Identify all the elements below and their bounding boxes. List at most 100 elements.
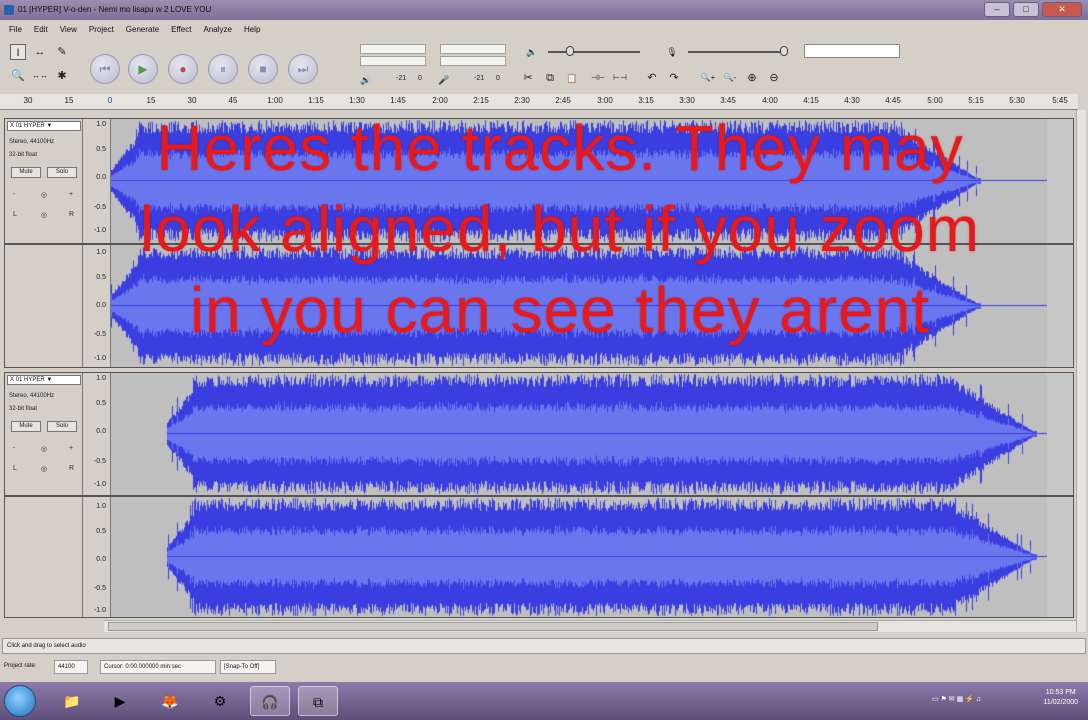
waveform-channel-left[interactable] — [111, 373, 1047, 495]
ruler-tick: 2:15 — [473, 96, 489, 105]
menu-file[interactable]: File — [4, 22, 27, 38]
explorer-icon[interactable]: 📁 — [52, 686, 92, 716]
system-clock[interactable]: 10:53 PM 11/02/2000 — [1043, 688, 1078, 708]
ruler-tick: 2:00 — [432, 96, 448, 105]
timeshift-tool-icon[interactable]: ↔↔ — [32, 68, 48, 84]
firefox-icon[interactable]: 🦊 — [150, 686, 190, 716]
zoom-tool-icon[interactable]: 🔍 — [10, 68, 26, 84]
play-button[interactable]: ▶ — [128, 54, 158, 84]
track-name-menu[interactable]: X 01 HYPER ▼ — [7, 121, 81, 131]
waveform — [111, 119, 1047, 243]
copy-icon[interactable]: ⧉ — [542, 70, 558, 86]
timeline-ruler[interactable]: 30 15 0 15 30 45 1:00 1:15 1:30 1:45 2:0… — [0, 94, 1078, 110]
menu-edit[interactable]: Edit — [29, 22, 53, 38]
scale-label: 0.5 — [96, 400, 106, 407]
speaker-icon[interactable]: 🔊 — [358, 72, 374, 88]
input-meter-left — [440, 44, 506, 54]
window-icon[interactable]: ⧉ — [298, 686, 338, 716]
scale-label: -0.5 — [93, 458, 106, 465]
record-button[interactable]: ● — [168, 54, 198, 84]
ruler-tick: 4:45 — [885, 96, 901, 105]
horizontal-scroll-thumb[interactable] — [108, 622, 878, 631]
skip-end-button[interactable]: ⏭ — [288, 54, 318, 84]
ruler-tick: 2:30 — [514, 96, 530, 105]
menu-view[interactable]: View — [55, 22, 82, 38]
selection-tool-icon[interactable]: I — [10, 44, 26, 60]
minimize-button[interactable]: – — [984, 2, 1010, 17]
start-button[interactable] — [4, 685, 36, 717]
menu-analyze[interactable]: Analyze — [198, 22, 236, 38]
waveform-channel-left[interactable] — [111, 119, 1047, 243]
menu-project[interactable]: Project — [84, 22, 119, 38]
draw-tool-icon[interactable]: ✎ — [54, 44, 70, 60]
output-volume-slider[interactable] — [566, 46, 574, 56]
output-meter-scale-max: 0 — [418, 75, 422, 82]
solo-button[interactable]: Solo — [47, 421, 77, 432]
waveform-channel-right[interactable] — [111, 497, 1047, 617]
zoom-out-icon[interactable]: 🔍- — [722, 70, 738, 86]
ruler-tick: 15 — [64, 96, 74, 105]
status-hint: Click and drag to select audio — [2, 638, 1086, 654]
title-bar: 01 [HYPER] V-o-den - Nemi mo lisapu w 2 … — [0, 0, 1088, 20]
pan-left-label: L — [13, 465, 17, 472]
selection-bar: Project rate: 44100 Cursor: 0:00.000000 … — [0, 658, 1088, 678]
undo-icon[interactable]: ↶ — [644, 70, 660, 86]
horizontal-scrollbar[interactable] — [104, 620, 1076, 632]
ruler-tick: 1:30 — [349, 96, 365, 105]
cursor-position: Cursor: 0:00.000000 min:sec — [100, 660, 216, 674]
ruler-tick: 3:45 — [720, 96, 736, 105]
menu-generate[interactable]: Generate — [121, 22, 164, 38]
track-format: Stereo, 44100Hz — [9, 139, 55, 145]
microphone-icon[interactable]: 🎤 — [436, 72, 452, 88]
audacity-icon[interactable]: 🎧 — [250, 686, 290, 716]
ruler-tick: 3:00 — [597, 96, 613, 105]
cut-icon[interactable]: ✂ — [520, 70, 536, 86]
ruler-tick: 5:15 — [968, 96, 984, 105]
zoom-in-icon[interactable]: 🔍+ — [700, 70, 716, 86]
scale-label: -1.0 — [93, 355, 106, 362]
stop-button[interactable]: ■ — [248, 54, 278, 84]
track-name-menu[interactable]: X 01 HYPER ▼ — [7, 375, 81, 385]
waveform — [111, 245, 1047, 367]
envelope-tool-icon[interactable]: ↔ — [32, 44, 48, 60]
menu-help[interactable]: Help — [239, 22, 265, 38]
waveform-channel-right[interactable] — [111, 245, 1047, 367]
menu-effect[interactable]: Effect — [166, 22, 196, 38]
mute-button[interactable]: Mute — [11, 167, 41, 178]
maximize-button[interactable]: □ — [1013, 2, 1039, 17]
snap-to-toggle[interactable]: [Snap-To Off] — [220, 660, 276, 674]
pan-slider[interactable]: ◎ — [41, 211, 47, 219]
input-volume-track — [688, 51, 788, 53]
skip-start-button[interactable]: ⏮ — [90, 54, 120, 84]
trim-icon[interactable]: ⊣⊢ — [590, 70, 606, 86]
vertical-scrollbar[interactable] — [1076, 110, 1086, 632]
pan-slider[interactable]: ◎ — [41, 465, 47, 473]
input-source-select[interactable] — [804, 44, 900, 58]
tool-icon[interactable]: ⚙ — [200, 686, 240, 716]
fit-project-icon[interactable]: ⊖ — [766, 70, 782, 86]
audio-track-2[interactable]: X 01 HYPER ▼ Stereo, 44100Hz 32-bit floa… — [4, 372, 1074, 618]
ruler-tick: 5:30 — [1009, 96, 1025, 105]
gain-slider[interactable]: ◎ — [41, 191, 47, 199]
gain-slider[interactable]: ◎ — [41, 445, 47, 453]
toolbar: I ↔ ✎ 🔍 ↔↔ ✱ ⏮ ▶ ● ⏸ ■ ⏭ 🔊 -21 0 🎤 -21 0… — [0, 38, 1088, 94]
scale-label: -0.5 — [93, 331, 106, 338]
pause-button[interactable]: ⏸ — [208, 54, 238, 84]
tray-icons[interactable]: ▭ ⚑ ✉ ▦ ⚡ ♫ — [932, 695, 981, 703]
paste-icon[interactable]: 📋 — [564, 70, 580, 86]
fit-selection-icon[interactable]: ⊕ — [744, 70, 760, 86]
solo-button[interactable]: Solo — [47, 167, 77, 178]
menu-bar: File Edit View Project Generate Effect A… — [0, 22, 1088, 38]
mute-button[interactable]: Mute — [11, 421, 41, 432]
ruler-tick: 4:15 — [803, 96, 819, 105]
redo-icon[interactable]: ↷ — [666, 70, 682, 86]
close-button[interactable]: ✕ — [1042, 2, 1082, 17]
output-meter-scale-min: -21 — [396, 75, 407, 82]
ruler-tick: 3:15 — [638, 96, 654, 105]
audio-track-1[interactable]: X 01 HYPER ▼ Stereo, 44100Hz 32-bit floa… — [4, 118, 1074, 368]
media-player-icon[interactable]: ▶ — [100, 686, 140, 716]
project-rate-select[interactable]: 44100 — [54, 660, 88, 674]
multi-tool-icon[interactable]: ✱ — [54, 68, 70, 84]
input-volume-slider[interactable] — [780, 46, 788, 56]
silence-icon[interactable]: ⊢⊣ — [612, 70, 628, 86]
